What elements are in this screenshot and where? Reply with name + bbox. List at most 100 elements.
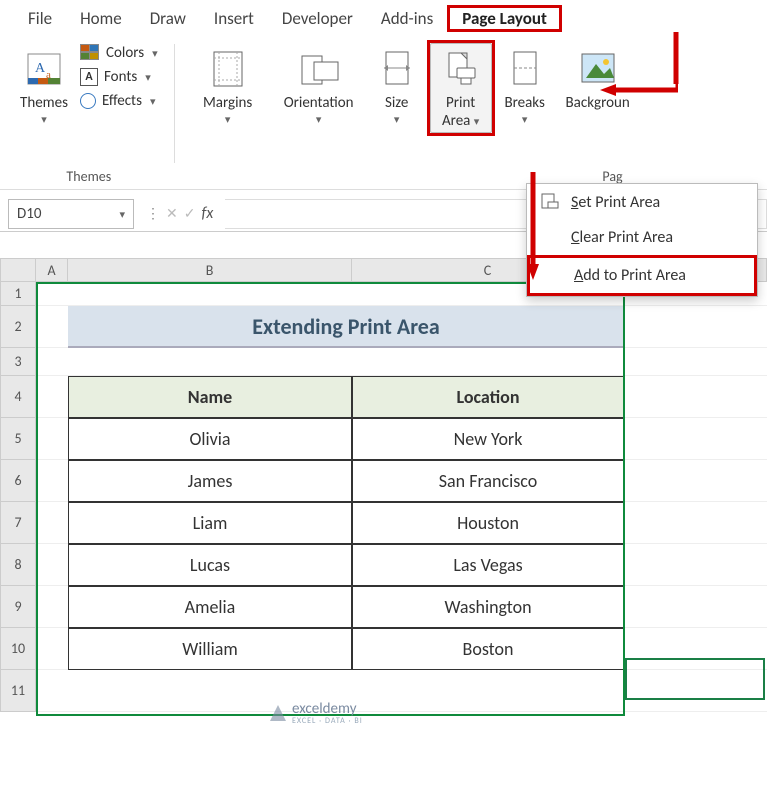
tab-developer[interactable]: Developer	[268, 6, 367, 31]
themes-label: Themes	[20, 94, 68, 112]
annotation-arrow-connector	[673, 32, 679, 84]
chevron-down-icon: ▾	[225, 113, 231, 126]
sheet-title[interactable]: Extending Print Area	[68, 306, 624, 348]
name-box-value: D10	[17, 205, 41, 223]
menu-clear-label: Clear Print Area	[571, 228, 673, 247]
menu-add-label: Add to Print Area	[574, 266, 686, 285]
effects-button[interactable]: Effects ▾	[80, 90, 158, 112]
tab-page-layout[interactable]: Page Layout	[447, 5, 562, 32]
worksheet-grid: A B C 1 2 Extending Print Area 3 4 Name …	[0, 258, 767, 712]
print-area-icon	[443, 50, 479, 88]
tab-home[interactable]: Home	[66, 6, 136, 31]
chevron-down-icon: ▾	[474, 115, 480, 128]
size-icon	[380, 48, 414, 88]
row-header[interactable]: 9	[0, 586, 36, 628]
colors-icon	[80, 44, 100, 62]
annotation-arrow-horizontal	[600, 82, 678, 98]
table-cell[interactable]: Amelia	[68, 586, 352, 628]
margins-button[interactable]: Margins ▾	[185, 40, 271, 130]
background-button[interactable]: Backgroun	[555, 40, 641, 116]
tab-draw[interactable]: Draw	[136, 6, 200, 31]
row-header[interactable]: 2	[0, 306, 36, 348]
chevron-down-icon: ▾	[150, 95, 156, 108]
group-page-setup: Margins ▾ Orientation ▾ Size ▾	[181, 40, 645, 189]
size-label: Size	[385, 94, 408, 112]
group-themes: A a Themes ▾ Colors ▾ A	[10, 40, 168, 189]
row-header[interactable]: 8	[0, 544, 36, 586]
table-cell[interactable]: Boston	[352, 628, 624, 670]
breaks-button[interactable]: Breaks ▾	[495, 40, 555, 130]
chevron-down-icon: ▾	[119, 208, 125, 221]
table-header-location[interactable]: Location	[352, 376, 624, 418]
highlight-print-area: Print Area ▾	[427, 40, 495, 136]
fonts-label: Fonts	[104, 68, 137, 86]
row-header[interactable]: 4	[0, 376, 36, 418]
row-header[interactable]: 1	[0, 282, 36, 306]
fonts-button[interactable]: A Fonts ▾	[80, 66, 158, 88]
menu-bar: File Home Draw Insert Developer Add-ins …	[0, 0, 767, 34]
margins-label: Margins	[203, 94, 252, 112]
annotation-arrow-vertical	[525, 172, 541, 280]
table-cell[interactable]: Washington	[352, 586, 624, 628]
group-label-themes: Themes	[66, 168, 111, 189]
orientation-icon	[298, 48, 340, 88]
set-print-area-icon	[539, 192, 561, 212]
table-cell[interactable]: William	[68, 628, 352, 670]
row-header[interactable]: 10	[0, 628, 36, 670]
watermark: exceldemy EXCEL · DATA · BI	[270, 700, 363, 726]
margins-icon	[210, 48, 246, 88]
breaks-icon	[508, 48, 542, 88]
col-header-b[interactable]: B	[68, 258, 352, 282]
group-divider	[174, 44, 175, 163]
menu-add-to-print-area[interactable]: Add to Print Area	[527, 255, 757, 296]
table-cell[interactable]: Las Vegas	[352, 544, 624, 586]
colors-label: Colors	[106, 44, 144, 62]
table-cell[interactable]: San Francisco	[352, 460, 624, 502]
chevron-down-icon: ▾	[152, 47, 158, 60]
watermark-sub: EXCEL · DATA · BI	[292, 716, 363, 726]
row-header[interactable]: 11	[0, 670, 36, 712]
name-box[interactable]: D10 ▾	[8, 199, 134, 229]
table-cell[interactable]: New York	[352, 418, 624, 460]
themes-icon: A a	[24, 48, 64, 88]
menu-clear-print-area[interactable]: Clear Print Area	[527, 220, 757, 255]
size-button[interactable]: Size ▾	[367, 40, 427, 130]
row-header[interactable]: 3	[0, 348, 36, 376]
table-cell[interactable]: Houston	[352, 502, 624, 544]
select-all-corner[interactable]	[0, 258, 36, 282]
table-cell[interactable]: Olivia	[68, 418, 352, 460]
watermark-icon	[270, 705, 286, 721]
row-header[interactable]: 7	[0, 502, 36, 544]
print-area-button[interactable]: Print Area ▾	[430, 43, 492, 133]
row-header[interactable]: 5	[0, 418, 36, 460]
menu-set-label: Set Print Area	[571, 193, 660, 212]
table-cell[interactable]: James	[68, 460, 352, 502]
cancel-icon[interactable]: ✕	[166, 205, 178, 222]
themes-button[interactable]: A a Themes ▾	[14, 40, 74, 130]
table-cell[interactable]: Liam	[68, 502, 352, 544]
print-area-label-1: Print	[446, 94, 475, 112]
accept-icon[interactable]: ✓	[184, 205, 196, 222]
fonts-icon: A	[80, 68, 98, 86]
ribbon: A a Themes ▾ Colors ▾ A	[0, 34, 767, 190]
tab-file[interactable]: File	[14, 6, 66, 31]
menu-set-print-area[interactable]: Set Print Area	[527, 184, 757, 220]
svg-text:A: A	[35, 61, 46, 76]
fx-button[interactable]: fx	[201, 204, 213, 223]
chevron-down-icon: ▾	[316, 113, 322, 126]
colors-button[interactable]: Colors ▾	[80, 42, 158, 64]
effects-label: Effects	[102, 92, 142, 110]
tab-insert[interactable]: Insert	[200, 6, 268, 31]
row-header[interactable]: 6	[0, 460, 36, 502]
orientation-label: Orientation	[284, 94, 354, 112]
print-area-label-2: Area	[442, 112, 470, 130]
col-header-a[interactable]: A	[36, 258, 68, 282]
chevron-down-icon: ▾	[145, 71, 151, 84]
table-cell[interactable]: Lucas	[68, 544, 352, 586]
tab-addins[interactable]: Add-ins	[367, 6, 447, 31]
chevron-down-icon: ▾	[41, 113, 47, 126]
table-header-name[interactable]: Name	[68, 376, 352, 418]
breaks-label: Breaks	[504, 94, 544, 112]
orientation-button[interactable]: Orientation ▾	[271, 40, 367, 130]
formula-bar-buttons: ⋮ ✕ ✓ fx	[134, 204, 225, 223]
